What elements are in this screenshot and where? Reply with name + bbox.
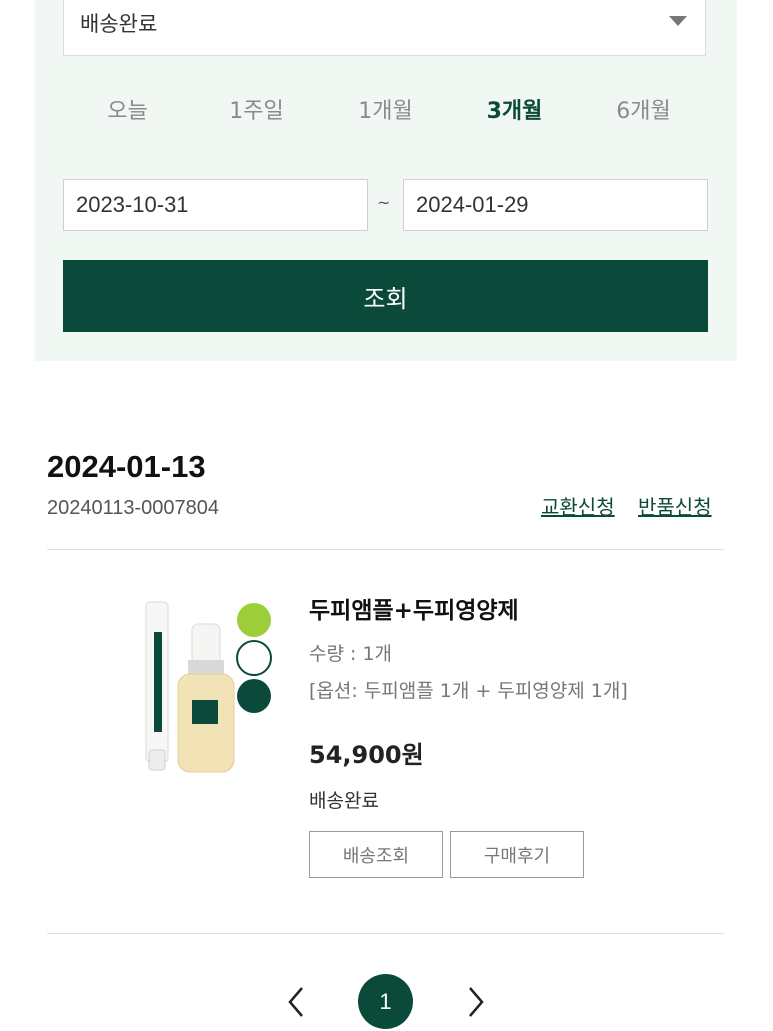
delivery-status: 배송완료 bbox=[309, 790, 379, 812]
exchange-request-link[interactable]: 교환신청 bbox=[541, 491, 615, 520]
product-brand-text: ViveLab bbox=[154, 642, 161, 667]
order-number: 20240113-0007804 bbox=[47, 497, 220, 519]
date-to-input[interactable]: 2024-01-29 bbox=[403, 179, 708, 231]
return-request-link[interactable]: 반품신청 bbox=[638, 491, 712, 520]
chevron-right-icon[interactable] bbox=[464, 984, 488, 1020]
status-select[interactable]: 배송완료 bbox=[63, 0, 706, 56]
product-name[interactable]: 두피앰플+두피영양제 bbox=[309, 591, 519, 625]
write-review-button[interactable]: 구매후기 bbox=[450, 831, 584, 878]
product-price: 54,900원 bbox=[309, 741, 424, 769]
period-tab-today[interactable]: 오늘 bbox=[63, 90, 192, 134]
period-tab-6months[interactable]: 6개월 bbox=[579, 90, 708, 134]
product-quantity: 수량 : 1개 bbox=[309, 643, 393, 665]
period-tab-1week[interactable]: 1주일 bbox=[192, 90, 321, 134]
date-separator: ~ bbox=[377, 193, 391, 212]
order-date: 2024-01-13 bbox=[47, 449, 206, 484]
chevron-down-icon bbox=[669, 16, 687, 26]
divider bbox=[47, 549, 724, 550]
chevron-left-icon[interactable] bbox=[284, 984, 308, 1020]
product-option: [옵션: 두피앰플 1개 + 두피영양제 1개] bbox=[309, 680, 628, 702]
page-current[interactable]: 1 bbox=[358, 974, 413, 1029]
period-tabs: 오늘 1주일 1개월 3개월 6개월 bbox=[63, 90, 708, 134]
period-tab-3months[interactable]: 3개월 bbox=[450, 90, 579, 134]
status-select-value: 배송완료 bbox=[80, 12, 158, 36]
date-from-input[interactable]: 2023-10-31 bbox=[63, 179, 368, 231]
search-button[interactable]: 조회 bbox=[63, 260, 708, 332]
product-image[interactable]: ViveLab bbox=[140, 592, 280, 788]
divider bbox=[47, 933, 724, 934]
period-tab-1month[interactable]: 1개월 bbox=[321, 90, 450, 134]
track-delivery-button[interactable]: 배송조회 bbox=[309, 831, 443, 878]
